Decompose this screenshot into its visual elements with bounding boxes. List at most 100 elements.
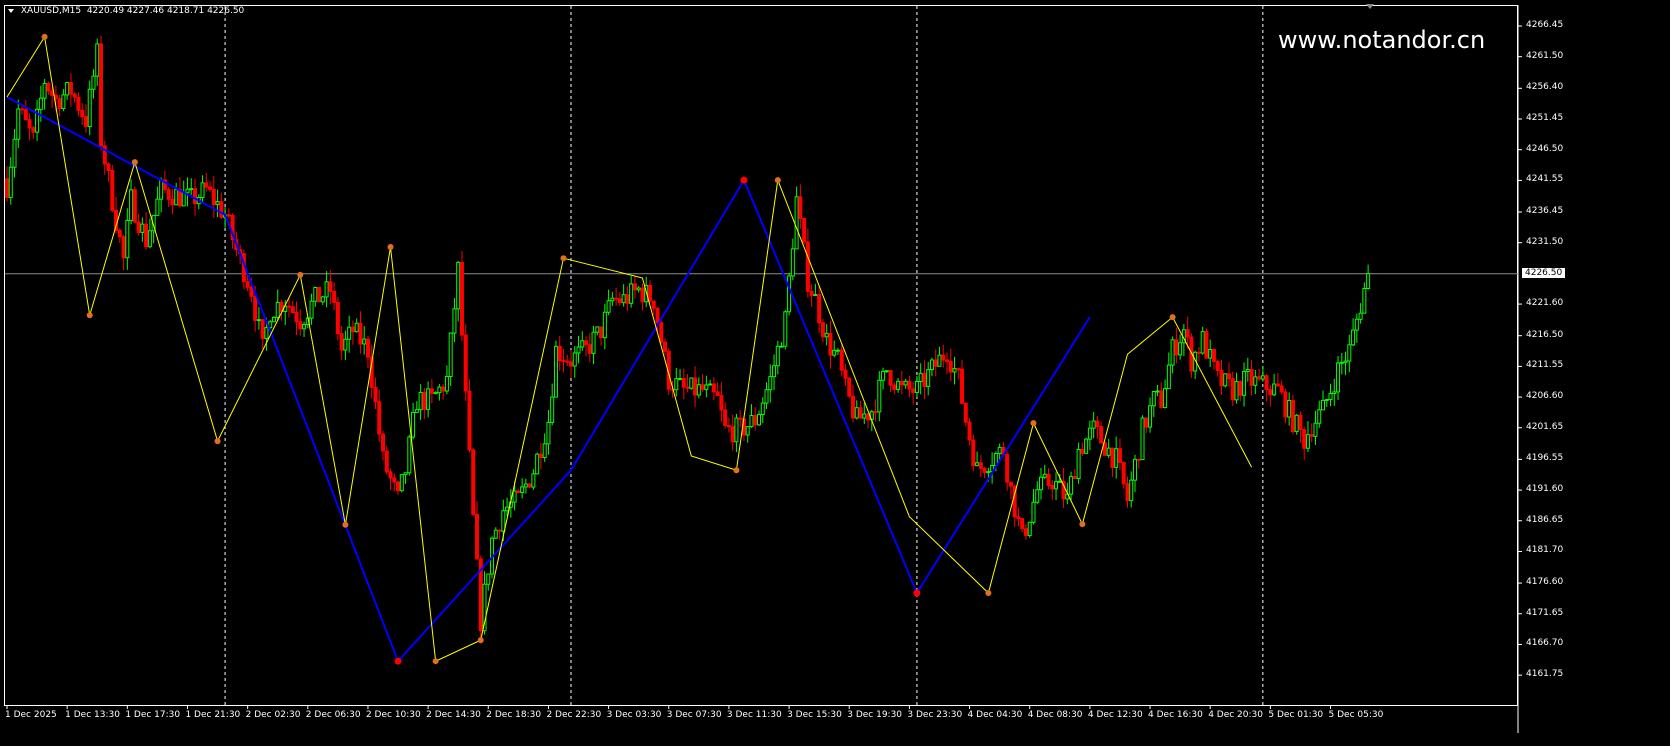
dropdown-triangle-icon[interactable] xyxy=(8,8,14,13)
candle-bull xyxy=(1076,448,1081,480)
candle-bear xyxy=(335,301,340,335)
candle-bull xyxy=(1031,501,1036,523)
candle-bear xyxy=(1264,375,1269,391)
candle-bull xyxy=(512,490,517,503)
candle-bear xyxy=(384,450,389,473)
time-tick-label: 3 Dec 19:30 xyxy=(847,710,903,720)
candle-bull xyxy=(835,349,840,352)
candle-bull xyxy=(1200,331,1205,354)
candle-bear xyxy=(136,221,141,233)
candle-bear xyxy=(31,127,36,133)
price-tick-label: 4251.45 xyxy=(1526,113,1564,123)
candle-bear xyxy=(730,426,735,443)
candle-bear xyxy=(982,467,987,474)
candle-bear xyxy=(651,300,656,309)
candle-bear xyxy=(1196,351,1201,354)
candle-bear xyxy=(967,421,972,441)
candle-bear xyxy=(208,186,213,190)
candle-bull xyxy=(779,345,784,348)
price-tick-label: 4206.60 xyxy=(1526,391,1564,402)
candle-bull xyxy=(824,332,829,338)
candle-bear xyxy=(693,377,698,396)
candle-bear xyxy=(1095,420,1100,428)
candle-bear xyxy=(106,163,111,171)
candle-bear xyxy=(373,386,378,403)
time-tick-label: 2 Dec 06:30 xyxy=(305,710,361,720)
candle-bull xyxy=(174,189,179,206)
candle-bull xyxy=(1253,376,1258,386)
candle-bear xyxy=(1110,447,1115,468)
candle-bull xyxy=(444,375,449,392)
candle-bear xyxy=(76,96,81,111)
candle-bull xyxy=(1324,398,1329,401)
candle-bear xyxy=(166,189,171,200)
candle-bull xyxy=(147,230,152,248)
candle-bull xyxy=(313,286,318,302)
chart-shift-marker-icon[interactable] xyxy=(1366,4,1374,9)
candle-bull xyxy=(520,486,525,493)
candle-bear xyxy=(46,82,51,92)
candle-bull xyxy=(531,473,536,488)
candle-bull xyxy=(95,43,100,77)
price-tick-label: 4216.50 xyxy=(1526,329,1564,340)
candle-bull xyxy=(354,322,359,333)
candle-bear xyxy=(817,294,822,324)
candle-bear xyxy=(339,333,344,351)
chart-frame xyxy=(4,5,1518,706)
candle-bear xyxy=(1211,349,1216,363)
candle-bear xyxy=(587,344,592,354)
candle-bear xyxy=(328,281,333,292)
candle-bull xyxy=(696,384,701,396)
price-tick-label: 4186.65 xyxy=(1526,514,1564,525)
candle-bear xyxy=(956,368,961,371)
candle-bull xyxy=(1287,400,1292,418)
candle-bear xyxy=(1185,329,1190,338)
candle-bear xyxy=(565,360,570,363)
candle-bull xyxy=(275,301,280,318)
candle-bull xyxy=(546,421,551,445)
candle-bull xyxy=(986,471,991,474)
candle-bear xyxy=(922,372,927,387)
candle-bear xyxy=(1159,390,1164,408)
candle-bull xyxy=(1170,339,1175,366)
candle-bull xyxy=(1087,427,1092,440)
candle-bear xyxy=(843,369,848,379)
candle-bull xyxy=(1332,391,1337,395)
time-tick-label: 3 Dec 07:30 xyxy=(666,710,722,720)
candle-bear xyxy=(317,286,322,303)
candle-bear xyxy=(719,394,724,411)
candle-bull xyxy=(87,88,92,128)
candle-bull xyxy=(1106,447,1111,456)
candle-bull xyxy=(629,283,634,304)
candle-bull xyxy=(1054,481,1059,490)
candle-bear xyxy=(873,411,878,414)
candle-bull xyxy=(602,311,607,339)
candle-bull xyxy=(591,331,596,354)
price-tick-label: 4211.55 xyxy=(1526,360,1564,371)
zigzag-fast-line xyxy=(6,35,1253,662)
symbol-label: XAUUSD,M15 xyxy=(20,6,82,16)
candle-bull xyxy=(1362,288,1367,314)
candle-bear xyxy=(1219,369,1224,387)
candle-bull xyxy=(1260,375,1265,380)
candle-bull xyxy=(1151,391,1156,407)
candle-bear xyxy=(1174,339,1179,356)
candle-bull xyxy=(486,573,491,585)
candle-bull xyxy=(200,182,205,198)
candle-bull xyxy=(418,391,423,411)
candle-bull xyxy=(745,426,750,436)
candle-bear xyxy=(1005,454,1010,483)
candle-bull xyxy=(91,75,96,90)
candle-bear xyxy=(290,306,295,314)
candle-bear xyxy=(584,340,589,346)
candle-bull xyxy=(215,201,220,206)
candle-bear xyxy=(971,439,976,467)
zigzag-fast-pivot-marker xyxy=(387,244,394,251)
zigzag-fast-pivot-marker xyxy=(477,637,484,644)
candle-bear xyxy=(911,388,916,394)
price-chart[interactable] xyxy=(0,0,1670,746)
price-tick-label: 4181.70 xyxy=(1526,545,1564,556)
candle-bull xyxy=(610,297,615,302)
candle-bear xyxy=(467,390,472,451)
zigzag-fast-pivot-marker xyxy=(342,521,349,528)
